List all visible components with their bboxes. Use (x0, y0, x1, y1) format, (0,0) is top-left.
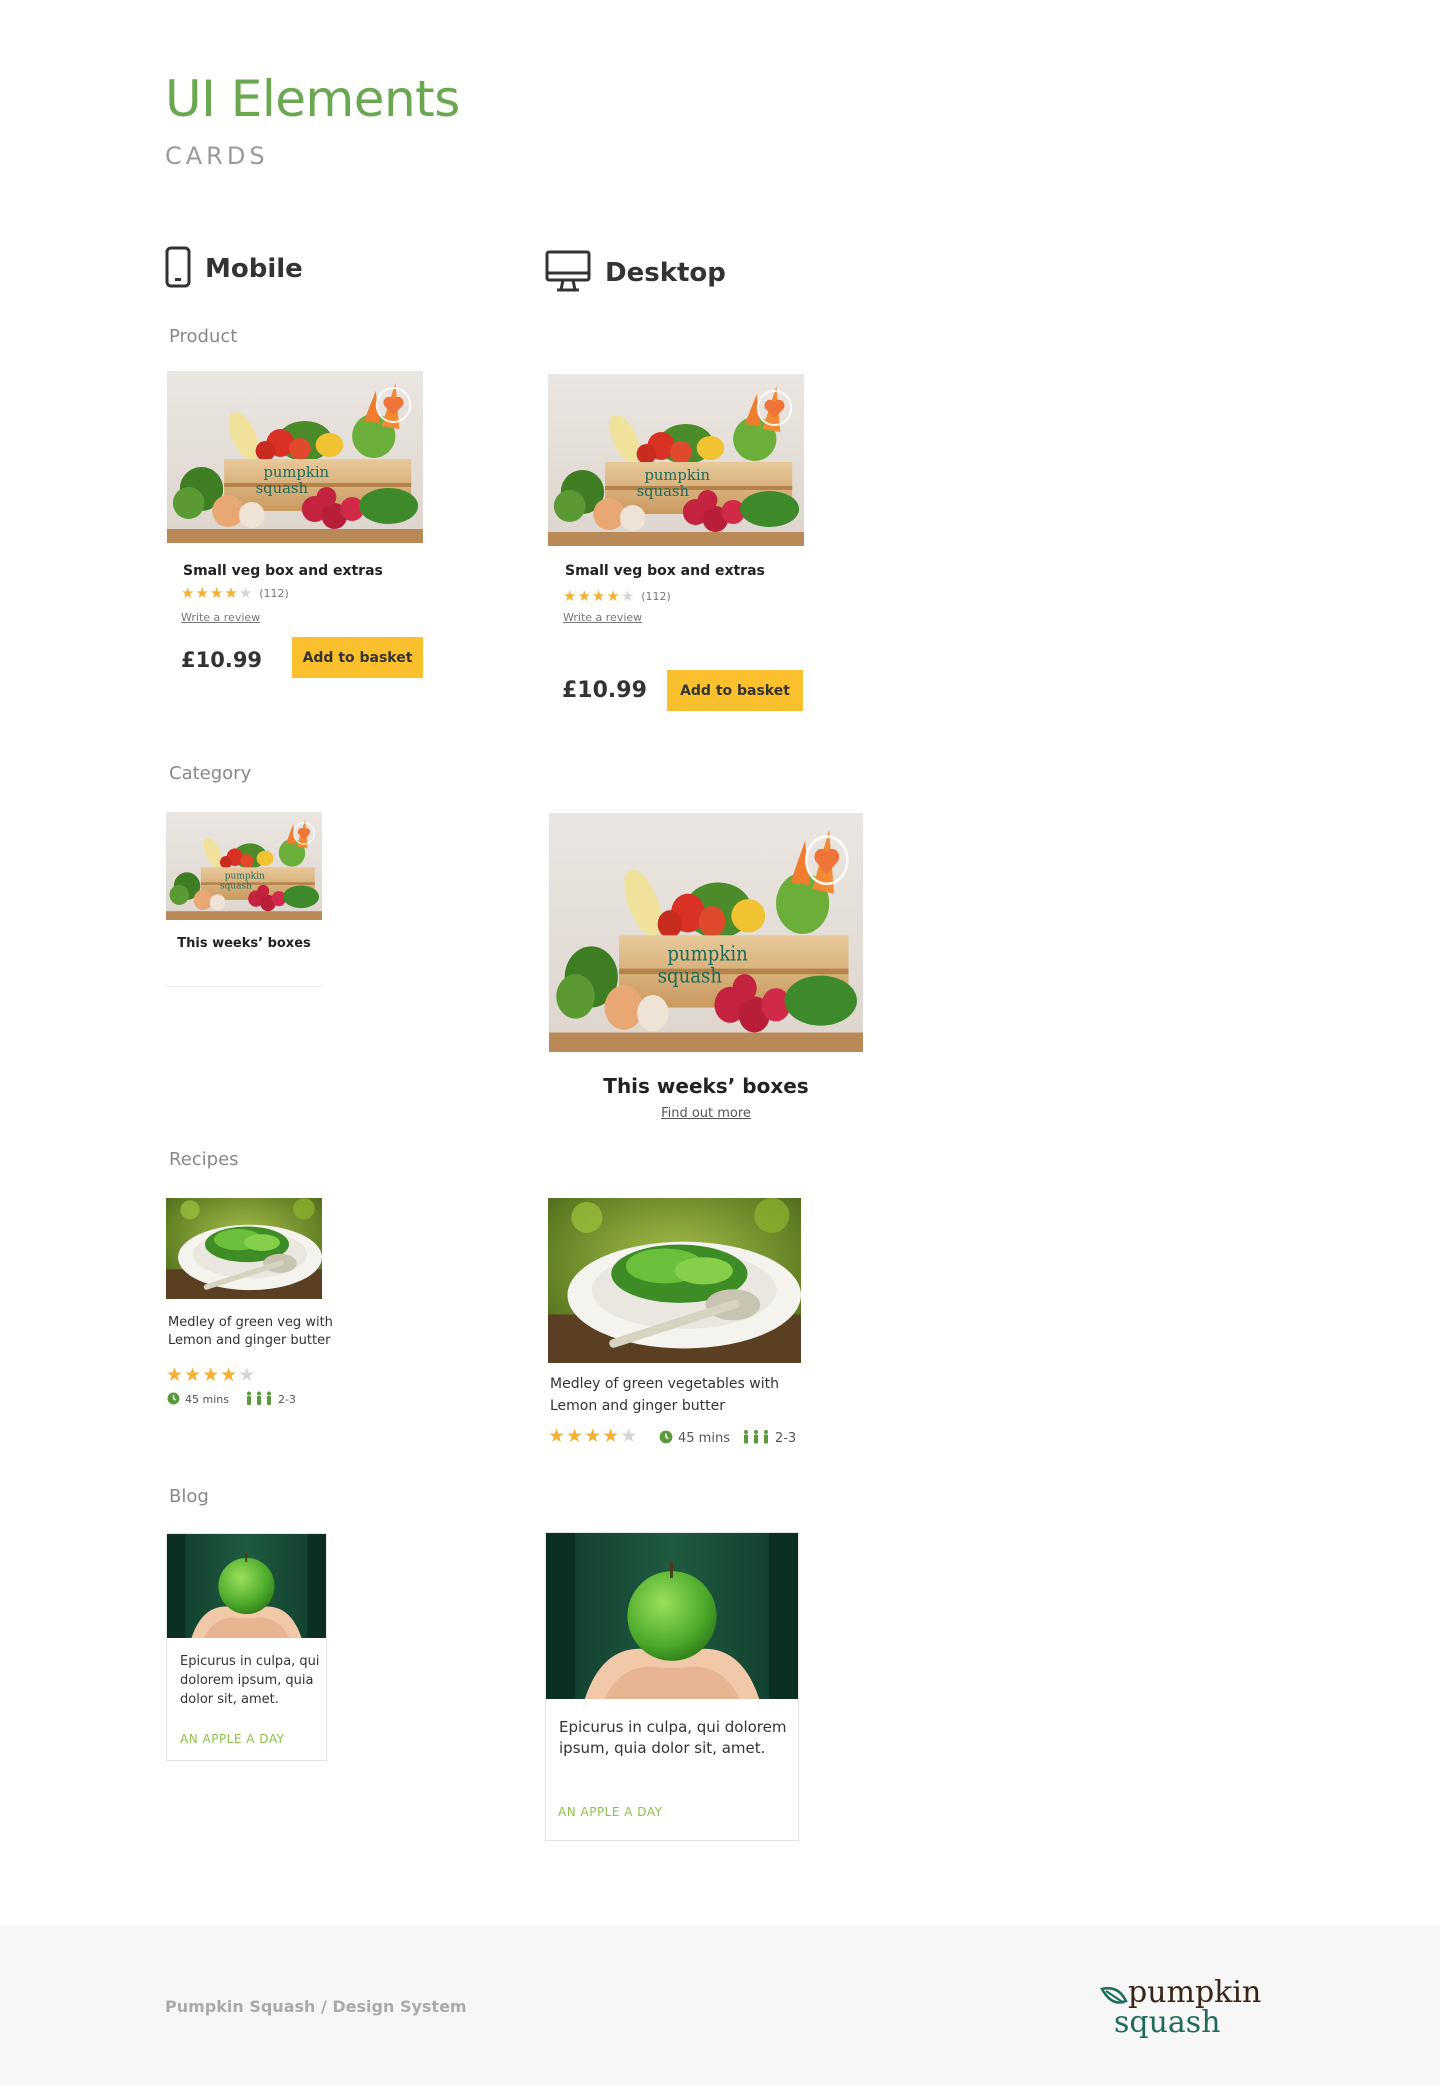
blog-card[interactable]: Epicurus in culpa, qui dolorem ipsum, qu… (166, 1533, 327, 1761)
blog-image (546, 1533, 798, 1699)
write-review-link[interactable]: Write a review (181, 611, 260, 624)
star-icon: ★ (184, 1364, 202, 1386)
star-icon: ★ (181, 584, 195, 602)
mobile-phone-icon (165, 246, 191, 292)
column-header-desktop: Desktop (545, 250, 726, 296)
leaf-icon (1100, 1987, 1128, 2004)
category-title[interactable]: This weeks’ boxes (549, 1074, 863, 1098)
brand-logo[interactable]: pumpkin squash (1098, 1975, 1278, 2040)
write-review-link[interactable]: Write a review (563, 611, 642, 624)
star-icon: ★ (548, 1425, 566, 1447)
blog-excerpt-line: Epicurus in culpa, qui (180, 1654, 320, 1669)
star-icon: ★ (606, 587, 620, 605)
category-title[interactable]: This weeks’ boxes (166, 936, 322, 951)
blog-image (167, 1534, 326, 1638)
add-to-basket-button[interactable]: Add to basket (292, 637, 423, 678)
column-header-mobile: Mobile (165, 246, 303, 292)
product-price: £10.99 (562, 678, 647, 703)
category-image[interactable] (549, 813, 863, 1052)
blog-tag[interactable]: AN APPLE A DAY (180, 1732, 284, 1746)
recipe-meta: 45 mins 2-3 (659, 1429, 796, 1448)
review-count: (112) (259, 587, 289, 600)
recipe-title[interactable]: Medley of green vegetables with Lemon an… (550, 1373, 810, 1417)
star-icon: ★ (563, 587, 577, 605)
serves: 2-3 (774, 1431, 797, 1446)
page-title: UI Elements (165, 70, 460, 128)
page-subtitle: CARDS (165, 142, 269, 170)
find-out-more-link[interactable]: Find out more (549, 1106, 863, 1121)
star-icon: ★ (602, 1425, 620, 1447)
desktop-monitor-icon (545, 250, 591, 296)
recipe-title[interactable]: Medley of green veg with Lemon and ginge… (168, 1314, 338, 1350)
cook-time: 45 mins (185, 1393, 229, 1406)
column-label-mobile: Mobile (205, 254, 303, 284)
star-icon: ★ (209, 584, 224, 602)
star-icon: ★ (166, 1364, 184, 1386)
star-icon: ★ (591, 587, 606, 605)
star-icon: ★ (224, 584, 238, 602)
people-icon (245, 1391, 273, 1408)
recipe-title-line: Medley of green veg with (168, 1315, 333, 1330)
star-empty-icon: ★ (620, 1425, 638, 1447)
people-icon (742, 1429, 770, 1448)
logo-text: squash (1114, 2005, 1221, 2039)
cook-time: 45 mins (678, 1431, 730, 1446)
star-empty-icon: ★ (620, 587, 635, 605)
star-rating: ★ ★ ★ ★ ★ (112) (563, 589, 671, 604)
blog-excerpt-line: Epicurus in culpa, qui dolorem (559, 1718, 787, 1736)
recipe-meta: 45 mins 2-3 (167, 1391, 296, 1408)
star-empty-icon: ★ (238, 584, 253, 602)
section-label-category: Category (169, 763, 252, 784)
blog-tag[interactable]: AN APPLE A DAY (558, 1805, 662, 1819)
blog-excerpt: Epicurus in culpa, qui dolorem ipsum, qu… (559, 1717, 794, 1759)
footer-text: Pumpkin Squash / Design System (165, 1997, 467, 2016)
product-image[interactable] (548, 374, 804, 546)
product-title[interactable]: Small veg box and extras (183, 563, 383, 579)
product-price: £10.99 (181, 648, 263, 672)
blog-excerpt-line: dolorem ipsum, quia (180, 1673, 314, 1688)
recipe-title-line: Lemon and ginger butter (550, 1398, 725, 1414)
star-empty-icon: ★ (238, 1364, 256, 1386)
star-icon: ★ (202, 1364, 220, 1386)
blog-excerpt: Epicurus in culpa, qui dolorem ipsum, qu… (180, 1652, 320, 1709)
section-label-product: Product (169, 326, 238, 347)
recipe-title-line: Medley of green vegetables with (550, 1376, 779, 1392)
star-rating: ★ ★ ★ ★ ★ (112) (181, 586, 289, 601)
section-label-blog: Blog (169, 1486, 209, 1507)
star-icon: ★ (566, 1425, 584, 1447)
footer: Pumpkin Squash / Design System pumpkin s… (0, 1925, 1440, 2085)
star-rating: ★ ★ ★ ★ ★ (548, 1427, 637, 1446)
clock-icon (659, 1430, 673, 1448)
star-icon: ★ (584, 1425, 602, 1447)
star-rating: ★ ★ ★ ★ ★ (166, 1366, 255, 1385)
star-icon: ★ (577, 587, 591, 605)
product-image[interactable] (167, 371, 423, 543)
star-icon: ★ (220, 1364, 238, 1386)
recipe-image[interactable] (548, 1198, 801, 1363)
blog-excerpt-line: dolor sit, amet. (180, 1692, 279, 1707)
review-count: (112) (641, 590, 671, 603)
star-icon: ★ (195, 584, 209, 602)
column-label-desktop: Desktop (605, 258, 726, 288)
clock-icon (167, 1392, 180, 1408)
blog-excerpt-line: ipsum, quia dolor sit, amet. (559, 1739, 766, 1757)
divider (166, 986, 322, 987)
add-to-basket-button[interactable]: Add to basket (667, 670, 803, 711)
category-image[interactable] (166, 812, 322, 920)
recipe-image[interactable] (166, 1198, 322, 1299)
recipe-title-line: Lemon and ginger butter (168, 1333, 331, 1348)
blog-card[interactable]: Epicurus in culpa, qui dolorem ipsum, qu… (545, 1532, 799, 1841)
product-title[interactable]: Small veg box and extras (565, 563, 765, 579)
section-label-recipes: Recipes (169, 1149, 239, 1170)
serves: 2-3 (277, 1393, 296, 1406)
